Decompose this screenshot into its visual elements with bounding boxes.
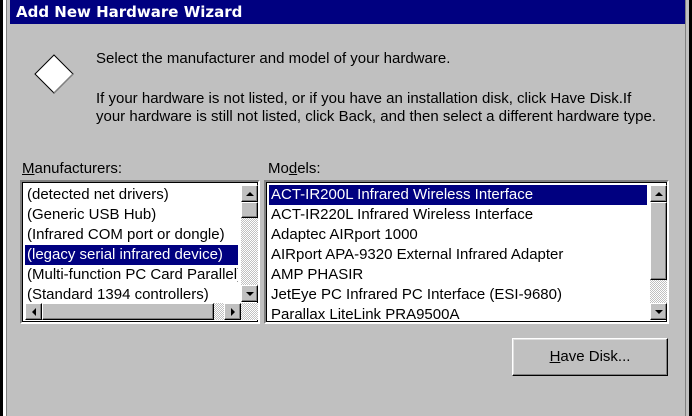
screen: Add New Hardware Wizard Select the manuf… bbox=[0, 0, 692, 416]
manufacturer-item-selected[interactable]: (legacy serial infrared device) bbox=[25, 245, 238, 265]
left-arrow-icon bbox=[31, 307, 36, 316]
models-vertical-scrollbar[interactable] bbox=[650, 185, 667, 320]
models-list: ACT-IR200L Infrared Wireless Interface A… bbox=[269, 185, 647, 321]
manufacturers-vertical-thumb[interactable] bbox=[241, 202, 258, 218]
have-disk-button[interactable]: Have Disk... bbox=[512, 338, 668, 376]
have-disk-hotkey: H bbox=[549, 348, 561, 365]
models-vertical-thumb[interactable] bbox=[650, 202, 667, 280]
manufacturer-item[interactable]: (detected net drivers) bbox=[25, 185, 238, 205]
manufacturers-label: Manufacturers: bbox=[22, 160, 123, 177]
manufacturers-scroll-up-button[interactable] bbox=[241, 185, 258, 202]
down-arrow-icon bbox=[245, 291, 254, 296]
manufacturers-vertical-scrollbar[interactable] bbox=[241, 185, 258, 302]
model-item[interactable]: AMP PHASIR bbox=[269, 265, 647, 285]
model-item-selected[interactable]: ACT-IR200L Infrared Wireless Interface bbox=[269, 185, 647, 205]
up-arrow-icon bbox=[245, 191, 254, 196]
right-window-frame bbox=[685, 0, 692, 416]
manufacturers-horizontal-thumb[interactable] bbox=[42, 303, 214, 320]
models-scroll-down-button[interactable] bbox=[650, 303, 667, 320]
down-arrow-icon bbox=[654, 309, 663, 314]
title-bar[interactable]: Add New Hardware Wizard bbox=[10, 0, 685, 24]
instruction-heading: Select the manufacturer and model of you… bbox=[96, 50, 451, 67]
up-arrow-icon bbox=[654, 191, 663, 196]
manufacturers-hotkey: M bbox=[22, 160, 35, 177]
hardware-diamond-icon bbox=[34, 54, 74, 94]
model-item[interactable]: AIRport APA-9320 External Infrared Adapt… bbox=[269, 245, 647, 265]
left-window-frame bbox=[0, 0, 12, 416]
manufacturers-scroll-down-button[interactable] bbox=[241, 285, 258, 302]
right-arrow-icon bbox=[230, 307, 235, 316]
manufacturers-horizontal-scrollbar[interactable] bbox=[25, 303, 258, 320]
instruction-details: If your hardware is not listed, or if yo… bbox=[96, 90, 657, 125]
model-item[interactable]: ACT-IR220L Infrared Wireless Interface bbox=[269, 205, 647, 225]
manufacturer-item[interactable]: (Generic USB Hub) bbox=[25, 205, 238, 225]
models-scroll-up-button[interactable] bbox=[650, 185, 667, 202]
model-item[interactable]: JetEye PC Infrared PC Interface (ESI-968… bbox=[269, 285, 647, 305]
manufacturers-scroll-left-button[interactable] bbox=[25, 303, 42, 320]
models-hotkey: d bbox=[288, 160, 298, 177]
manufacturers-scroll-right-button[interactable] bbox=[224, 303, 241, 320]
model-item[interactable]: Parallax LiteLink PRA9500A bbox=[269, 305, 647, 321]
models-listbox[interactable]: ACT-IR200L Infrared Wireless Interface A… bbox=[264, 180, 669, 324]
manufacturer-item[interactable]: (Multi-function PC Card Parallel) bbox=[25, 265, 238, 285]
manufacturers-list: (detected net drivers) (Generic USB Hub)… bbox=[25, 185, 238, 304]
manufacturer-item[interactable]: (Standard 1394 controllers) bbox=[25, 285, 238, 304]
models-label: Models: bbox=[268, 160, 321, 177]
model-item[interactable]: Adaptec AIRport 1000 bbox=[269, 225, 647, 245]
manufacturers-listbox[interactable]: (detected net drivers) (Generic USB Hub)… bbox=[20, 180, 260, 324]
wizard-dialog: Add New Hardware Wizard Select the manuf… bbox=[10, 0, 685, 416]
window-title: Add New Hardware Wizard bbox=[16, 3, 243, 21]
manufacturer-item[interactable]: (Infrared COM port or dongle) bbox=[25, 225, 238, 245]
